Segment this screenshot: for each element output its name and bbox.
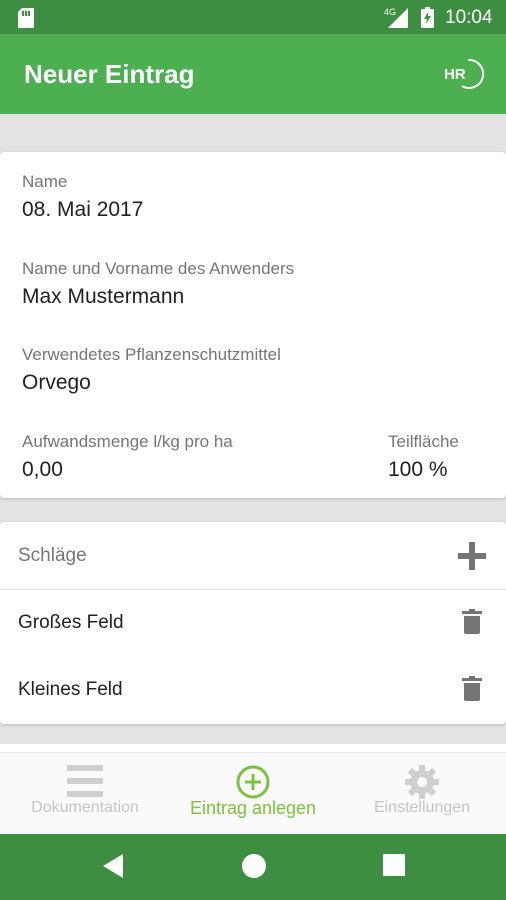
entry-card: Name 08. Mai 2017 Name und Vorname des A… [0, 152, 506, 498]
gear-icon [405, 765, 439, 799]
trash-icon[interactable] [462, 609, 482, 634]
fields-header: Schläge [0, 522, 506, 590]
fields-header-label: Schläge [18, 545, 87, 566]
nav-item-eintrag-anlegen[interactable]: Eintrag anlegen [168, 753, 338, 835]
back-icon[interactable] [101, 852, 125, 880]
plus-icon[interactable] [458, 542, 486, 570]
sim-card-icon [18, 8, 34, 28]
battery-charging-icon [421, 7, 434, 28]
signal-icon: 4G [384, 7, 408, 28]
app-bar: Neuer Eintrag HR [0, 34, 506, 114]
pesticide-value[interactable]: Orvego [22, 371, 91, 395]
nav-label: Dokumentation [31, 799, 139, 816]
pesticide-label: Verwendetes Pflanzenschutzmittel [22, 345, 281, 364]
name-value[interactable]: 08. Mai 2017 [22, 198, 143, 222]
clock: 10:04 [445, 7, 493, 28]
amount-label: Aufwandsmenge l/kg pro ha [22, 432, 233, 451]
app-logo: HR [444, 58, 485, 89]
partial-area-value[interactable]: 100 % [388, 458, 448, 482]
page-title: Neuer Eintrag [24, 59, 195, 89]
name-label: Name [22, 172, 68, 191]
nav-label: Eintrag anlegen [189, 798, 317, 818]
user-label: Name und Vorname des Anwenders [22, 259, 295, 278]
partial-area-label: Teilfläche [388, 432, 459, 451]
recents-icon[interactable] [383, 854, 405, 876]
network-type: 4G [384, 7, 396, 17]
bottom-navigation: Dokumentation Eintrag anlegen Einstellun… [0, 752, 506, 834]
user-value[interactable]: Max Mustermann [22, 285, 184, 309]
home-icon[interactable] [241, 853, 267, 879]
fields-card: Schläge Großes Feld Kleines Feld [0, 522, 506, 724]
nav-item-einstellungen[interactable]: Einstellungen [337, 753, 506, 835]
nav-label: Einstellungen [373, 799, 471, 816]
field-name: Großes Feld [18, 612, 124, 633]
amount-value[interactable]: 0,00 [22, 458, 63, 482]
field-name: Kleines Feld [18, 679, 123, 700]
nav-item-dokumentation[interactable]: Dokumentation [0, 753, 170, 835]
add-circle-icon [236, 765, 270, 799]
system-navigation-bar [0, 834, 506, 900]
list-item[interactable]: Kleines Feld [0, 657, 506, 724]
status-bar: 4G 10:04 [0, 0, 506, 34]
list-item[interactable]: Großes Feld [0, 590, 506, 657]
trash-icon[interactable] [462, 676, 482, 701]
list-icon [67, 765, 103, 797]
logo-text: HR [444, 66, 466, 83]
